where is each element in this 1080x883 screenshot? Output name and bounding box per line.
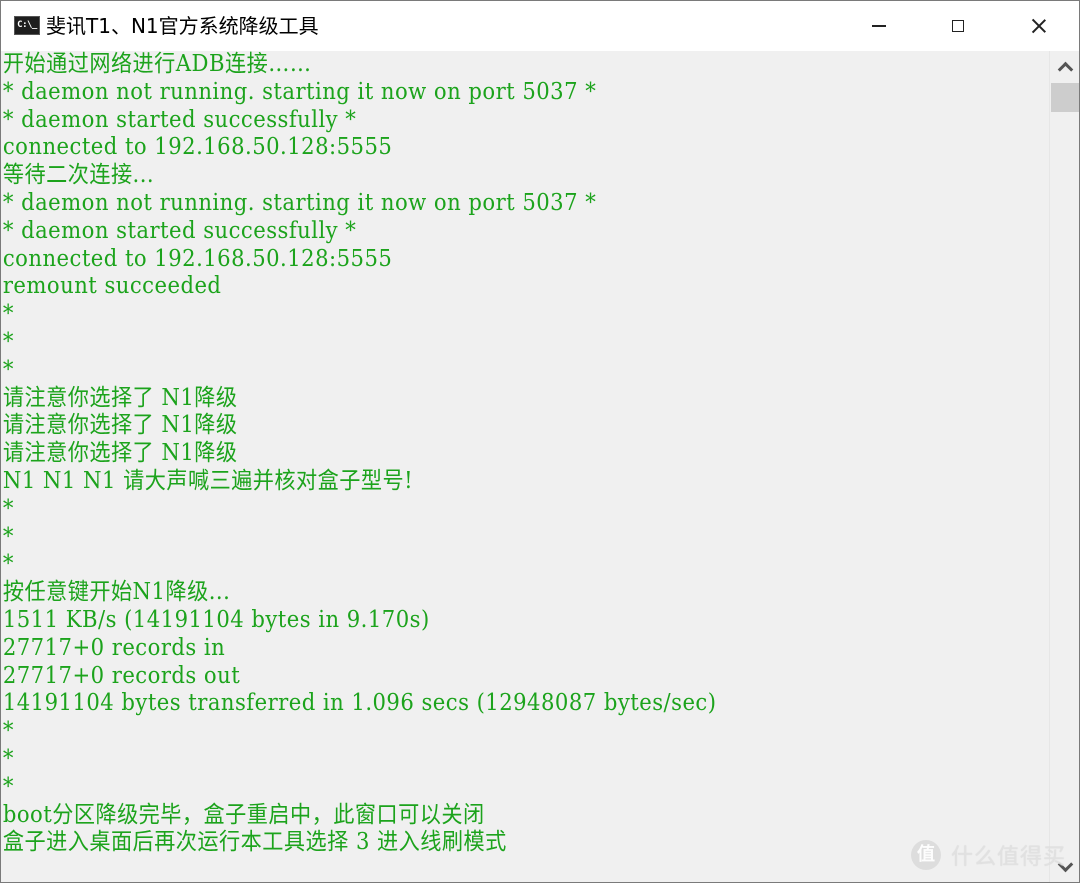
console-line: 请注意你选择了 N1降级	[2, 412, 238, 439]
console-line: 等待二次连接...	[2, 162, 155, 189]
console-line: *	[2, 523, 14, 550]
console-line: 1511 KB/s (14191104 bytes in 9.170s)	[2, 606, 430, 633]
console-line: * daemon not running. starting it now on…	[2, 189, 597, 216]
close-icon	[1031, 18, 1047, 34]
console-line: 27717+0 records out	[2, 662, 241, 689]
console-line: 27717+0 records in	[2, 634, 226, 661]
console-line: N1 N1 N1 请大声喊三遍并核对盒子型号!	[2, 467, 414, 494]
scroll-thumb[interactable]	[1051, 83, 1079, 112]
close-button[interactable]	[999, 1, 1079, 51]
console-window: C:\_ 斐讯T1、N1官方系统降级工具 开始通过网络进行ADB连接…… * da…	[0, 0, 1080, 883]
console-line: connected to 192.168.50.128:5555	[2, 134, 393, 161]
console-line: 按任意键开始N1降级...	[2, 579, 231, 606]
console-line: *	[2, 495, 14, 522]
maximize-button[interactable]	[918, 1, 998, 51]
watermark: 值 什么值得买	[911, 839, 1066, 871]
title-bar[interactable]: C:\_ 斐讯T1、N1官方系统降级工具	[1, 1, 1079, 51]
console-line: 开始通过网络进行ADB连接……	[2, 51, 312, 77]
maximize-icon	[952, 20, 964, 32]
console-line: 请注意你选择了 N1降级	[2, 440, 238, 467]
console-line: connected to 192.168.50.128:5555	[2, 245, 393, 272]
scroll-up-button[interactable]	[1050, 51, 1079, 81]
watermark-logo-icon: 值	[911, 840, 941, 870]
console-line: *	[2, 745, 14, 772]
console-line: 14191104 bytes transferred in 1.096 secs…	[2, 690, 717, 717]
console-line: *	[2, 773, 14, 800]
console-line: *	[2, 328, 14, 355]
console-line: * daemon started successfully *	[2, 217, 357, 244]
console-icon[interactable]: C:\_	[14, 16, 40, 35]
console-line: 盒子进入桌面后再次运行本工具选择 3 进入线刷模式	[2, 829, 507, 856]
console-line: *	[2, 551, 14, 578]
console-line: *	[2, 356, 14, 383]
minimize-button[interactable]	[839, 1, 919, 51]
console-line: *	[2, 301, 14, 328]
window-title: 斐讯T1、N1官方系统降级工具	[46, 14, 319, 38]
console-line: boot分区降级完毕，盒子重启中，此窗口可以关闭	[2, 801, 485, 828]
console-line: *	[2, 718, 14, 745]
console-line: 请注意你选择了 N1降级	[2, 384, 238, 411]
minimize-icon	[872, 25, 886, 27]
chevron-up-icon	[1057, 61, 1073, 77]
watermark-text: 什么值得买	[951, 845, 1067, 870]
console-output[interactable]: 开始通过网络进行ADB连接…… * daemon not running. sta…	[1, 51, 1049, 882]
console-line: * daemon started successfully *	[2, 106, 357, 133]
vertical-scrollbar[interactable]	[1049, 51, 1079, 882]
console-line: * daemon not running. starting it now on…	[2, 78, 597, 105]
console-line: remount succeeded	[2, 273, 222, 300]
